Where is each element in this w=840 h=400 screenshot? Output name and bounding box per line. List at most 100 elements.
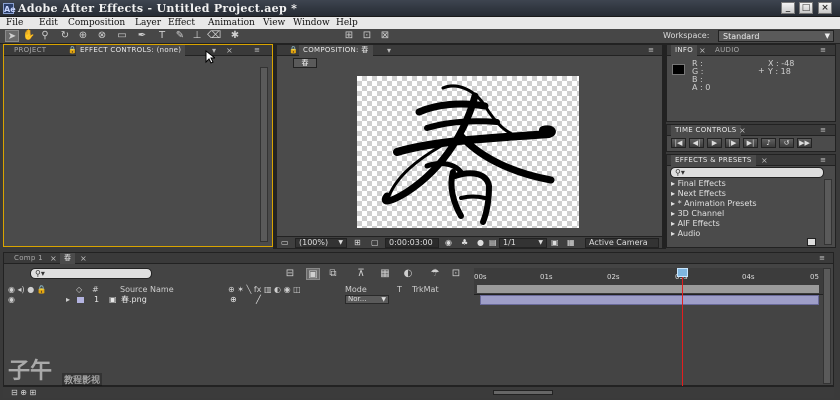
always-preview-icon[interactable]: ▭ — [281, 238, 289, 248]
hide-shy-layers-icon[interactable]: ⊼ — [354, 268, 368, 280]
maximize-button[interactable]: □ — [799, 2, 813, 14]
effects-list-item[interactable]: ▸ Next Effects — [671, 189, 726, 199]
show-snapshot-icon[interactable]: ♣ — [461, 238, 468, 248]
hand-tool-icon[interactable]: ✋ — [22, 30, 36, 42]
comp-mini-flowchart-icon[interactable]: ⊟ — [283, 268, 297, 280]
puppet-tool-icon[interactable]: ✱ — [228, 30, 242, 42]
previous-frame-button[interactable]: ◀| — [689, 138, 704, 148]
zoom-tool-icon[interactable]: ⚲ — [38, 30, 52, 42]
menu-effect[interactable]: Effect — [168, 17, 195, 29]
selection-tool-icon[interactable]: ➤ — [5, 30, 19, 42]
effects-list-item[interactable]: ▸ 3D Channel — [671, 209, 724, 219]
panel-menu-icon[interactable]: ≡ — [817, 126, 829, 134]
panel-divider[interactable] — [273, 44, 276, 249]
panel-menu-icon[interactable]: ≡ — [817, 156, 829, 164]
motion-blur-icon[interactable]: ◐ — [401, 268, 415, 280]
panel-menu-icon[interactable]: ≡ — [816, 254, 828, 262]
color-icon[interactable]: ▤ — [489, 238, 497, 248]
safe-margins-icon[interactable]: ⊞ — [354, 238, 361, 248]
snapshot-icon[interactable]: ◉ — [445, 238, 452, 248]
last-frame-button[interactable]: ▶| — [743, 138, 758, 148]
menu-layer[interactable]: Layer — [135, 17, 161, 29]
zoom-slider[interactable] — [493, 390, 553, 395]
loop-button[interactable]: ↺ — [779, 138, 794, 148]
clone-stamp-tool-icon[interactable]: ⊥ — [190, 30, 204, 42]
tab-info[interactable]: INFO — [671, 45, 698, 56]
menu-edit[interactable]: Edit — [39, 17, 58, 29]
expand-layer-icon[interactable]: ▸ — [66, 295, 70, 305]
next-frame-button[interactable]: |▶ — [725, 138, 740, 148]
live-update-icon[interactable]: ▣ — [306, 268, 320, 280]
tab-audio[interactable]: AUDIO — [711, 45, 743, 56]
layer-duration-bar[interactable] — [480, 295, 819, 305]
panel-menu-icon[interactable]: ≡ — [251, 46, 263, 54]
tab-effect-controls[interactable]: EFFECT CONTROLS: (none) — [76, 45, 186, 56]
effects-search-input[interactable]: ⚲▾ — [670, 167, 824, 178]
panel-menu-icon[interactable]: ≡ — [817, 46, 829, 54]
play-button[interactable]: ▶ — [707, 138, 722, 148]
pan-behind-tool-icon[interactable]: ⊗ — [95, 30, 109, 42]
comp-subtab[interactable]: 春 — [293, 58, 317, 68]
lock-icon[interactable]: 🔒 — [68, 46, 77, 55]
panel-divider[interactable] — [663, 44, 666, 249]
close-tab-icon[interactable]: × — [50, 253, 57, 264]
mode-dropdown[interactable]: Nor... ▼ — [345, 295, 389, 304]
camera-dropdown[interactable]: Active Camera — [585, 238, 659, 248]
effects-list-item[interactable]: ▸ AIF Effects — [671, 219, 720, 229]
zoom-dropdown[interactable]: (100%) ▼ — [295, 238, 347, 248]
brush-tool-icon[interactable]: ✎ — [173, 30, 187, 42]
mask-tool-icon[interactable]: ▭ — [115, 30, 129, 42]
quality-switch-icon[interactable]: ╱ — [256, 295, 261, 305]
collapse-switch-icon[interactable]: ⊕ — [230, 295, 237, 305]
effects-list-item[interactable]: ▸ * Animation Presets — [671, 199, 757, 209]
brainstorm-icon[interactable]: ☂ — [428, 268, 442, 280]
current-time-indicator[interactable] — [682, 268, 683, 386]
work-area-bar[interactable] — [477, 285, 819, 293]
camera-tool-icon[interactable]: ⊕ — [76, 30, 90, 42]
region-of-interest-icon[interactable]: ▣ — [551, 238, 559, 248]
tab-menu-arrow-icon[interactable]: ▾ — [387, 45, 391, 56]
close-tab-icon[interactable]: × — [226, 45, 233, 56]
close-tab-icon[interactable]: × — [699, 45, 706, 56]
ram-preview-button[interactable]: ▶▶ — [797, 138, 812, 148]
lock-icon[interactable]: 🔒 — [289, 46, 298, 54]
type-tool-icon[interactable]: T — [155, 30, 169, 42]
tab-comp-1[interactable]: Comp 1 — [10, 253, 47, 264]
scrollbar[interactable] — [824, 179, 832, 245]
channel-icon[interactable]: ● — [477, 238, 484, 248]
close-tab-icon[interactable]: × — [761, 155, 768, 166]
close-button[interactable]: × — [818, 2, 832, 14]
draft-3d-icon[interactable]: ⧉ — [326, 268, 340, 280]
tab-comp-spring[interactable]: 春 — [60, 253, 76, 264]
mask-view-icon[interactable]: ▢ — [371, 238, 379, 248]
graph-editor-icon[interactable]: ⊡ — [449, 268, 463, 280]
eraser-tool-icon[interactable]: ⌫ — [207, 30, 221, 42]
effects-list-item[interactable]: ▸ Final Effects — [671, 179, 726, 189]
transparency-grid-icon[interactable]: ▦ — [567, 238, 575, 248]
layer-name[interactable]: 春.png — [121, 295, 147, 305]
world-axis-icon[interactable]: ⊡ — [360, 30, 374, 42]
close-tab-icon[interactable]: × — [739, 125, 746, 136]
view-axis-icon[interactable]: ⊠ — [378, 30, 392, 42]
resolution-dropdown[interactable]: 1/1 ▼ — [499, 238, 547, 248]
tab-project[interactable]: PROJECT — [10, 45, 50, 56]
new-folder-icon[interactable] — [807, 238, 816, 246]
scrollbar[interactable] — [260, 67, 268, 242]
tab-composition[interactable]: COMPOSITION: 春 — [299, 45, 373, 56]
timecode-display[interactable]: 0:00:03:00 — [385, 238, 439, 248]
pen-tool-icon[interactable]: ✒ — [135, 30, 149, 42]
effects-list-item[interactable]: ▸ Audio — [671, 229, 700, 239]
audio-button[interactable]: ♪ — [761, 138, 776, 148]
timeline-search-input[interactable]: ⚲▾ — [30, 268, 152, 279]
menu-composition[interactable]: Composition — [68, 17, 125, 29]
label-color-swatch[interactable] — [77, 297, 84, 303]
toggle-switches-icon[interactable]: ⊟ ⊕ ⊞ — [11, 388, 36, 397]
scrollbar[interactable] — [823, 268, 831, 384]
tab-time-controls[interactable]: TIME CONTROLS — [671, 125, 741, 136]
first-frame-button[interactable]: |◀ — [671, 138, 686, 148]
tab-effects-presets[interactable]: EFFECTS & PRESETS — [671, 155, 756, 166]
panel-menu-icon[interactable]: ≡ — [645, 46, 657, 54]
source-name-header[interactable]: Source Name — [120, 285, 174, 295]
axis-mode-icon[interactable]: ⊞ — [342, 30, 356, 42]
menu-file[interactable]: File — [6, 17, 23, 29]
